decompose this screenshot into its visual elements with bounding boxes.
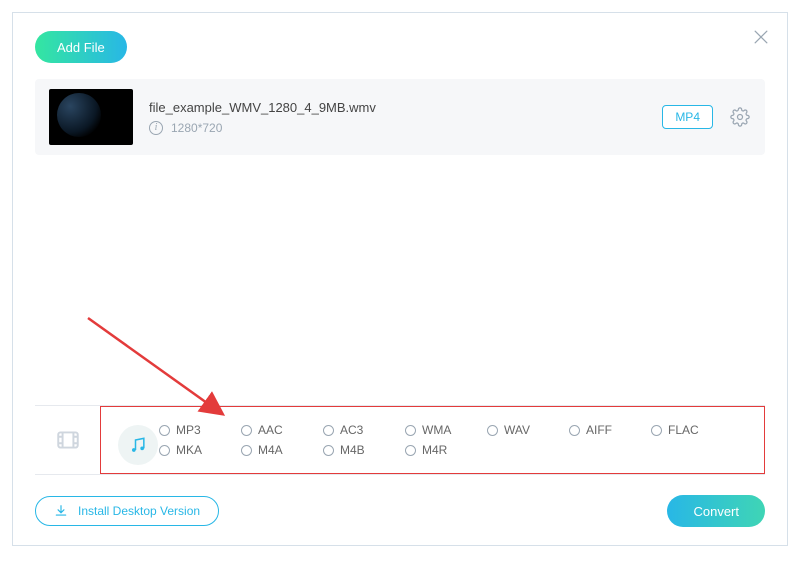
radio-icon xyxy=(569,425,580,436)
audio-format-option-wma[interactable]: WMA xyxy=(405,423,487,437)
audio-formats-row-2: MKA M4A M4B M4R xyxy=(107,443,758,457)
audio-format-option-ac3[interactable]: AC3 xyxy=(323,423,405,437)
add-file-label: Add File xyxy=(57,40,105,55)
format-label: MP3 xyxy=(176,423,201,437)
target-format-button[interactable]: MP4 xyxy=(662,105,713,129)
install-desktop-button[interactable]: Install Desktop Version xyxy=(35,496,219,526)
file-resolution-row: i 1280*720 xyxy=(149,121,646,135)
format-label: M4R xyxy=(422,443,447,457)
add-file-button[interactable]: Add File xyxy=(35,31,127,63)
audio-format-option-aiff[interactable]: AIFF xyxy=(569,423,651,437)
format-label: AC3 xyxy=(340,423,363,437)
file-row: file_example_WMV_1280_4_9MB.wmv i 1280*7… xyxy=(35,79,765,155)
convert-button[interactable]: Convert xyxy=(667,495,765,527)
info-icon[interactable]: i xyxy=(149,121,163,135)
app-window: Add File file_example_WMV_1280_4_9MB.wmv… xyxy=(12,12,788,546)
video-formats-tab[interactable] xyxy=(35,406,101,474)
format-label: MKA xyxy=(176,443,202,457)
audio-format-option-m4b[interactable]: M4B xyxy=(323,443,405,457)
format-label: M4B xyxy=(340,443,365,457)
audio-format-option-m4a[interactable]: M4A xyxy=(241,443,323,457)
radio-icon xyxy=(487,425,498,436)
close-icon[interactable] xyxy=(747,23,775,51)
file-thumbnail[interactable] xyxy=(49,89,133,145)
file-actions: MP4 xyxy=(662,105,751,129)
radio-icon xyxy=(241,445,252,456)
radio-icon xyxy=(405,425,416,436)
audio-format-option-flac[interactable]: FLAC xyxy=(651,423,733,437)
format-label: AAC xyxy=(258,423,283,437)
music-icon xyxy=(118,425,158,465)
gear-icon[interactable] xyxy=(729,106,751,128)
format-label: WAV xyxy=(504,423,530,437)
audio-format-option-mp3[interactable]: MP3 xyxy=(159,423,241,437)
radio-icon xyxy=(241,425,252,436)
audio-formats-panel: MP3 AAC AC3 WMA WAV AIFF FLAC MKA M4A M4B M4R xyxy=(100,406,765,474)
install-label: Install Desktop Version xyxy=(78,504,200,518)
audio-format-option-wav[interactable]: WAV xyxy=(487,423,569,437)
format-label: WMA xyxy=(422,423,451,437)
target-format-label: MP4 xyxy=(675,110,700,124)
file-info: file_example_WMV_1280_4_9MB.wmv i 1280*7… xyxy=(149,100,646,135)
audio-formats-tab[interactable] xyxy=(109,425,167,465)
formats-area: MP3 AAC AC3 WMA WAV AIFF FLAC MKA M4A M4B M4R xyxy=(35,405,765,475)
audio-format-option-m4r[interactable]: M4R xyxy=(405,443,487,457)
download-icon xyxy=(54,504,68,518)
format-label: AIFF xyxy=(586,423,612,437)
file-resolution: 1280*720 xyxy=(171,121,222,135)
audio-formats-row-1: MP3 AAC AC3 WMA WAV AIFF FLAC xyxy=(107,423,758,437)
file-name: file_example_WMV_1280_4_9MB.wmv xyxy=(149,100,646,115)
format-label: FLAC xyxy=(668,423,699,437)
formats-row: MP3 AAC AC3 WMA WAV AIFF FLAC MKA M4A M4B M4R xyxy=(35,405,765,475)
audio-format-option-aac[interactable]: AAC xyxy=(241,423,323,437)
radio-icon xyxy=(405,445,416,456)
convert-label: Convert xyxy=(693,504,739,519)
audio-format-option-mka[interactable]: MKA xyxy=(159,443,241,457)
format-label: M4A xyxy=(258,443,283,457)
radio-icon xyxy=(323,425,334,436)
radio-icon xyxy=(651,425,662,436)
bottom-bar: Install Desktop Version Convert xyxy=(35,495,765,527)
radio-icon xyxy=(323,445,334,456)
